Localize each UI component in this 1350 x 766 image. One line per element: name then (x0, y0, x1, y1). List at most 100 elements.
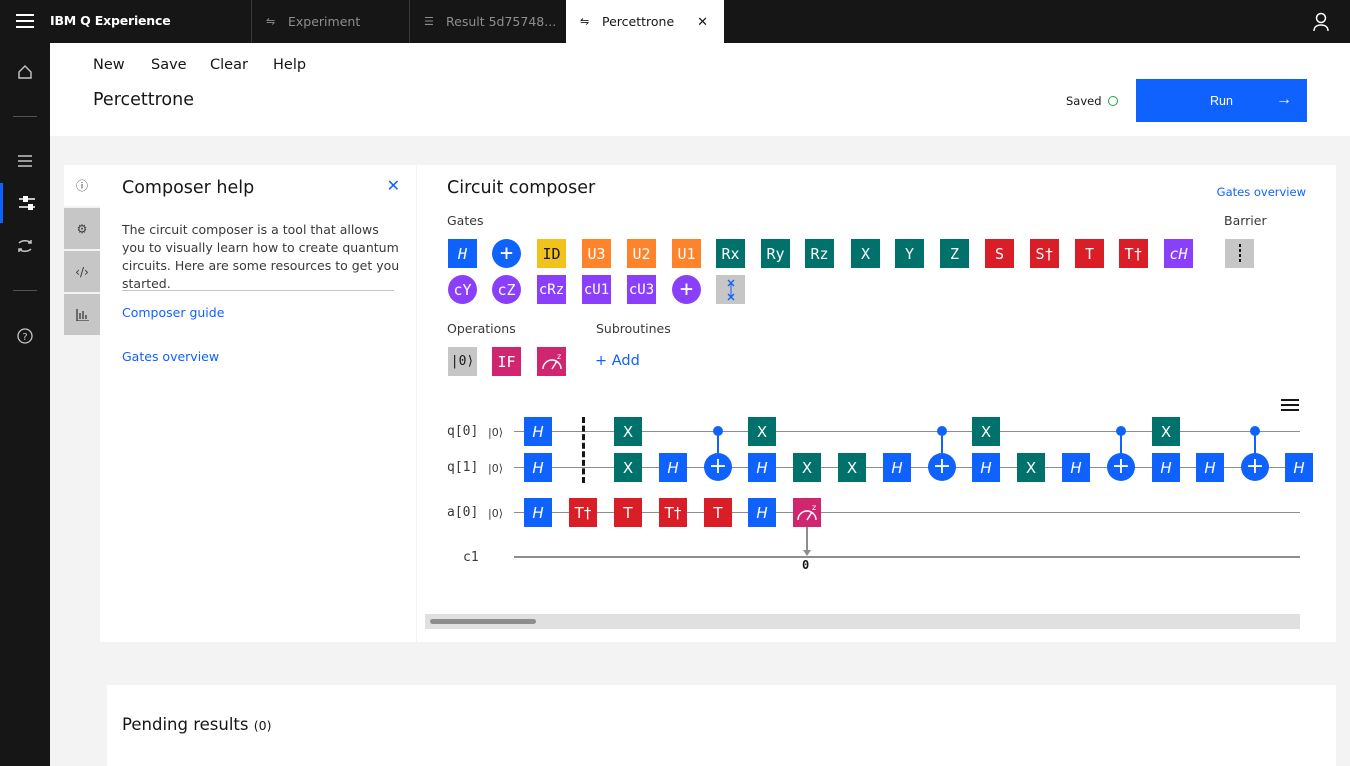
gate-u2[interactable]: U2 (627, 239, 656, 268)
help-circle-icon[interactable]: ? (0, 316, 50, 356)
gate-cy[interactable]: cY (448, 275, 477, 304)
horizontal-scrollbar[interactable] (425, 614, 1300, 629)
gate-x[interactable]: X (838, 453, 866, 482)
gate-h[interactable]: H (524, 417, 552, 446)
gate-t-dagger[interactable]: T† (569, 498, 597, 527)
gate-x[interactable]: X (793, 453, 821, 482)
gate-h[interactable]: H (1152, 453, 1180, 482)
results-list-icon[interactable] (0, 141, 50, 181)
gate-h[interactable]: H (1285, 453, 1313, 482)
gate-x[interactable]: X (1017, 453, 1045, 482)
composer-guide-link[interactable]: Composer guide (122, 305, 224, 320)
gate-y[interactable]: Y (895, 239, 924, 268)
svg-text:z: z (557, 352, 561, 361)
measure-gate[interactable]: z (793, 498, 821, 527)
gate-h[interactable]: H (748, 498, 776, 527)
code-icon[interactable]: ‹/› (64, 251, 100, 292)
qubit-label[interactable]: a[0] (447, 505, 478, 520)
gate-id[interactable]: ID (537, 239, 566, 268)
gates-overview-link[interactable]: Gates overview (122, 349, 219, 364)
gate-h[interactable]: H (972, 453, 1000, 482)
control-dot[interactable] (937, 426, 947, 436)
tab-percettrone[interactable]: ⇋ Percettrone ✕ (566, 0, 724, 43)
gate-toffoli[interactable]: + (672, 275, 701, 304)
close-tab-icon[interactable]: ✕ (697, 15, 708, 30)
circuit-composer-icon[interactable] (0, 183, 50, 223)
circuit-canvas[interactable]: q[0] q[1] a[0] c1 |0⟩ |0⟩ |0⟩ H X X X X … (417, 395, 1336, 615)
gate-ry[interactable]: Ry (761, 239, 790, 268)
gate-x[interactable]: X (614, 453, 642, 482)
menu-new[interactable]: New (93, 57, 125, 73)
user-icon[interactable] (1312, 12, 1330, 32)
gate-t-dagger[interactable]: T† (659, 498, 687, 527)
gate-h[interactable]: H (883, 453, 911, 482)
close-icon[interactable]: ✕ (387, 176, 400, 195)
gate-ch[interactable]: cH (1164, 239, 1193, 268)
cnot-target[interactable]: + (1241, 453, 1269, 481)
help-title: Composer help (122, 178, 255, 198)
gate-s[interactable]: S (985, 239, 1014, 268)
op-measure[interactable]: z (537, 347, 566, 376)
gate-h[interactable]: H (1196, 453, 1224, 482)
gate-barrier[interactable] (1225, 239, 1254, 268)
settings-icon[interactable]: ⚙ (64, 208, 100, 249)
gate-t-dagger[interactable]: T† (1119, 239, 1148, 268)
gate-u1[interactable]: U1 (672, 239, 701, 268)
classical-register-label[interactable]: c1 (463, 550, 479, 565)
gate-t[interactable]: T (704, 498, 732, 527)
gate-z[interactable]: Z (940, 239, 969, 268)
gate-x[interactable]: X (972, 417, 1000, 446)
gate-cu1[interactable]: cU1 (582, 275, 611, 304)
gate-u3[interactable]: U3 (582, 239, 611, 268)
tab-result[interactable]: ☰ Result 5d75748... (409, 0, 566, 43)
gate-x[interactable]: X (614, 417, 642, 446)
gate-t[interactable]: T (614, 498, 642, 527)
page-title[interactable]: Percettrone (93, 90, 194, 110)
hamburger-menu-icon[interactable] (16, 14, 34, 28)
gate-h[interactable]: H (524, 498, 552, 527)
menu-save[interactable]: Save (151, 57, 187, 73)
chart-icon[interactable] (64, 294, 100, 335)
gate-h[interactable]: H (748, 453, 776, 482)
gate-h[interactable]: H (659, 453, 687, 482)
op-reset[interactable]: |0⟩ (448, 347, 477, 376)
home-icon[interactable] (0, 52, 50, 92)
qubit-label[interactable]: q[1] (447, 460, 478, 475)
composer-icon: ⇋ (266, 14, 276, 28)
gate-crz[interactable]: cRz (537, 275, 566, 304)
op-if[interactable]: IF (492, 347, 521, 376)
add-subroutine-link[interactable]: + Add (595, 353, 640, 369)
barrier[interactable] (582, 417, 585, 483)
gate-x[interactable]: X (748, 417, 776, 446)
control-dot[interactable] (1250, 426, 1260, 436)
control-dot[interactable] (1116, 426, 1126, 436)
gate-rz[interactable]: Rz (805, 239, 834, 268)
qiskit-notebooks-icon[interactable] (0, 226, 50, 266)
circuit-composer: Circuit composer Gates overview Gates Ba… (417, 165, 1336, 642)
gate-t[interactable]: T (1075, 239, 1104, 268)
gate-rx[interactable]: Rx (716, 239, 745, 268)
gate-cu3[interactable]: cU3 (627, 275, 656, 304)
gate-h[interactable]: H (524, 453, 552, 482)
run-button[interactable]: Run → (1136, 79, 1307, 122)
cnot-target[interactable]: + (928, 453, 956, 481)
brand-title[interactable]: IBM Q Experience (50, 13, 171, 28)
tab-experiment[interactable]: ⇋ Experiment (251, 0, 409, 43)
gate-cnot[interactable]: + (492, 239, 521, 268)
gate-h[interactable]: H (1062, 453, 1090, 482)
menu-help[interactable]: Help (273, 57, 306, 73)
cnot-target[interactable]: + (704, 453, 732, 481)
info-icon[interactable]: ⓘ (64, 165, 100, 206)
scrollbar-thumb[interactable] (430, 619, 536, 624)
qubit-label[interactable]: q[0] (447, 424, 478, 439)
cnot-target[interactable]: + (1107, 453, 1135, 481)
menu-clear[interactable]: Clear (210, 57, 248, 73)
gate-cz[interactable]: cZ (492, 275, 521, 304)
control-dot[interactable] (713, 426, 723, 436)
gate-x[interactable]: X (851, 239, 880, 268)
gate-swap[interactable] (716, 275, 745, 304)
gates-overview-link[interactable]: Gates overview (1217, 185, 1306, 199)
gate-s-dagger[interactable]: S† (1030, 239, 1059, 268)
gate-h[interactable]: H (448, 239, 477, 268)
gate-x[interactable]: X (1152, 417, 1180, 446)
